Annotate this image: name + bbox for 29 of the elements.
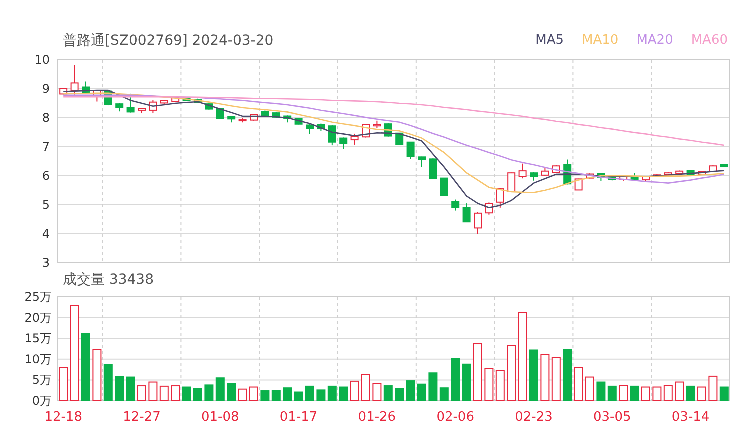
axis-label: 03-05 (594, 410, 632, 425)
axis-label: 01-26 (358, 410, 396, 425)
axis-label: 02-23 (515, 410, 553, 425)
volume-title: 成交量 33438 (63, 271, 154, 289)
axis-label: 15万 (24, 332, 52, 346)
chart-title: 普路通[SZ002769] 2024-03-20 (63, 32, 274, 50)
legend-label: MA20 (636, 32, 674, 50)
axis-label: 5万 (32, 373, 52, 388)
axis-label: 4 (42, 227, 50, 241)
axis-label: 03-14 (672, 410, 710, 425)
axis-label: 5 (42, 198, 50, 212)
axis-label: 20万 (24, 310, 52, 325)
axis-label: 01-17 (280, 410, 318, 425)
legend-label: MA10 (582, 32, 619, 50)
axis-label: 10 (34, 53, 50, 67)
axis-label: 02-06 (436, 410, 474, 425)
axis-label: 01-08 (202, 410, 240, 425)
axis-label: 12-27 (123, 410, 161, 425)
axis-label: 3 (42, 256, 50, 270)
legend-label: MA5 (536, 32, 564, 50)
legend-label: MA60 (691, 32, 728, 50)
axis-label: 7 (42, 140, 50, 154)
axis-label: 0万 (32, 394, 52, 408)
axis-label: 6 (42, 169, 50, 183)
axis-label: 8 (42, 111, 50, 125)
axis-label: 10万 (24, 352, 52, 366)
axis-label: 25万 (24, 290, 52, 304)
axis-label: 9 (42, 82, 50, 96)
axis-label: 12-18 (44, 410, 82, 425)
